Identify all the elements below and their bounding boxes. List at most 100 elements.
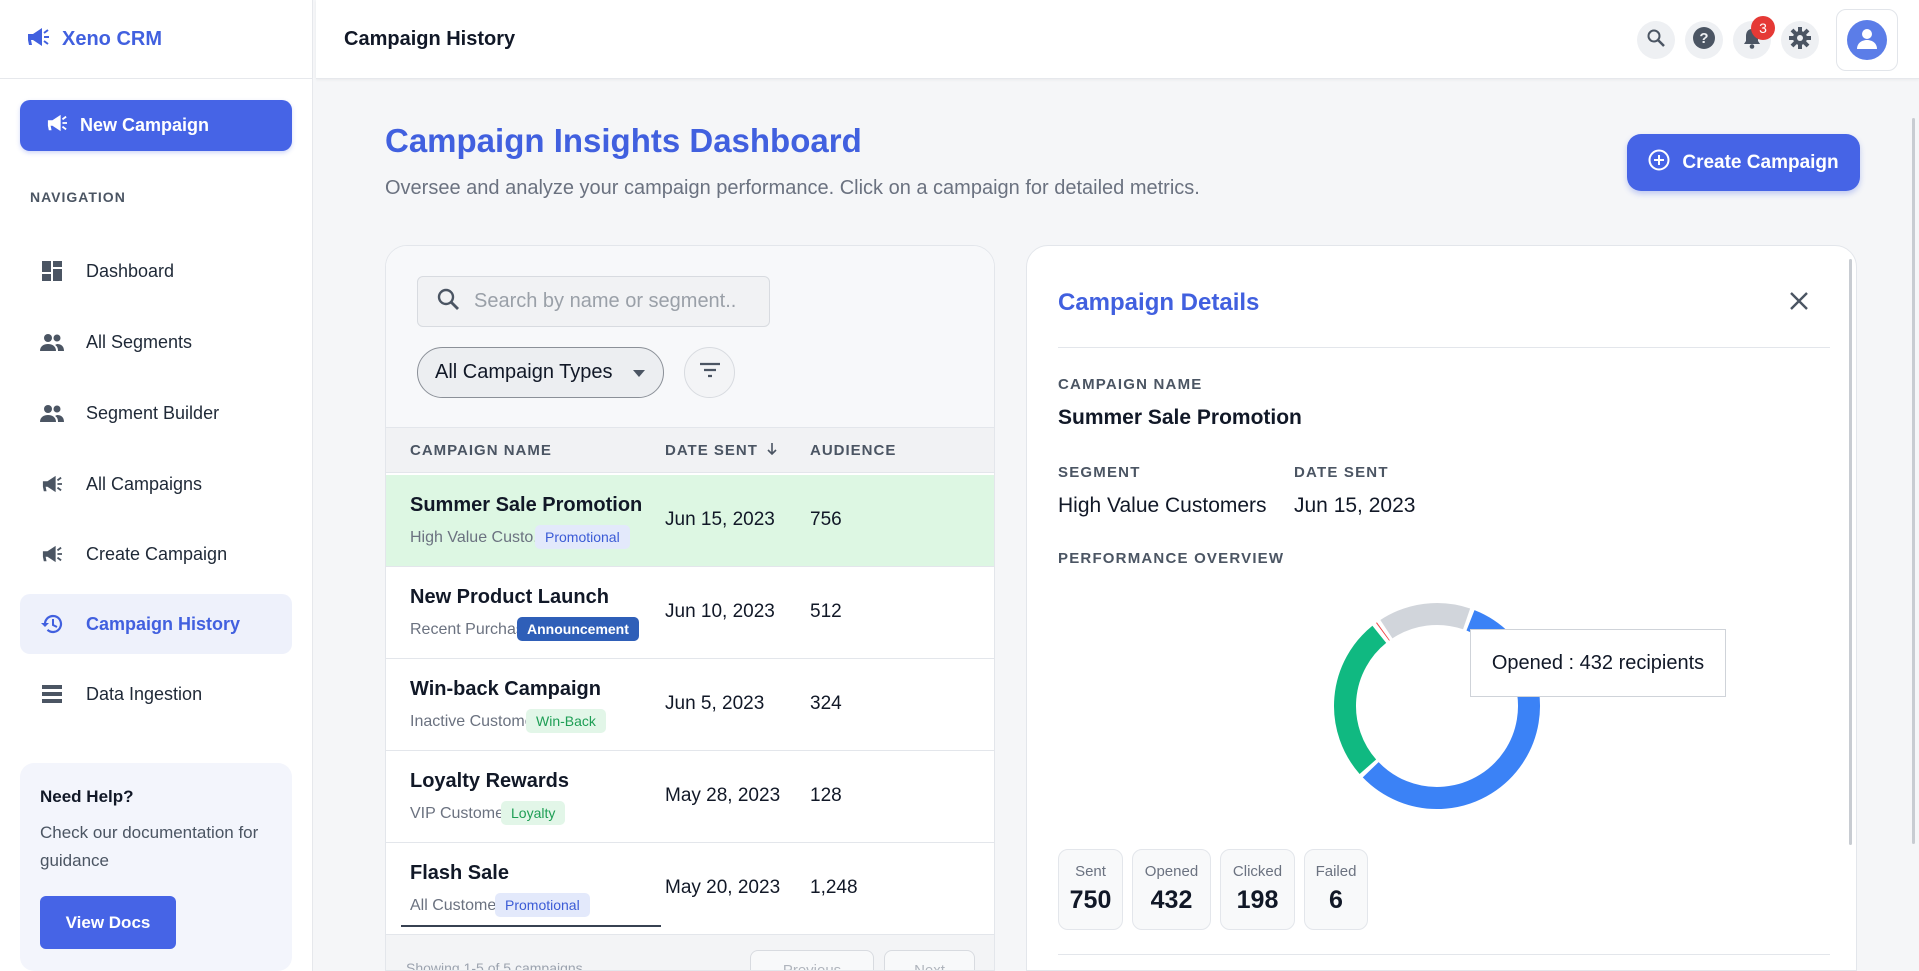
sidebar-item-dashboard[interactable]: Dashboard	[20, 241, 292, 301]
brand[interactable]: Xeno CRM	[0, 0, 312, 79]
caret-down-icon	[632, 361, 645, 384]
help-title: Need Help?	[40, 787, 134, 806]
segment-value: High Value Customers	[1058, 494, 1267, 517]
campaign-tag: Announcement	[517, 617, 639, 641]
sidebar-item-label: All Campaigns	[86, 473, 203, 494]
sidebar-item-data-ingestion[interactable]: Data Ingestion	[20, 664, 292, 724]
campaign-audience: 1,248	[810, 877, 858, 898]
user-menu-button[interactable]	[1836, 9, 1898, 71]
date-sent-value: Jun 15, 2023	[1294, 494, 1416, 517]
sidebar-item-segment-builder[interactable]: Segment Builder	[20, 383, 292, 443]
campaign-type-value: All Campaign Types	[435, 361, 613, 383]
avatar	[1847, 20, 1887, 60]
campaign-name: Flash Sale	[410, 862, 509, 884]
chart-tooltip: Opened : 432 recipients	[1470, 629, 1726, 697]
details-scrollbar[interactable]	[1849, 259, 1852, 845]
sidebar-item-label: Data Ingestion	[86, 683, 203, 704]
page-scrollbar[interactable]	[1912, 118, 1915, 844]
stat-label: Opened	[1144, 863, 1199, 880]
dashboard-icon	[40, 259, 64, 283]
campaign-audience: 756	[810, 509, 842, 530]
table-row[interactable]: Flash Sale All Customers Promotional May…	[386, 843, 994, 935]
create-campaign-button[interactable]: Create Campaign	[1627, 134, 1860, 191]
search-input[interactable]	[474, 290, 764, 313]
campaign-audience: 128	[810, 785, 842, 806]
settings-button[interactable]	[1781, 21, 1819, 59]
donut-slice-clicked[interactable]	[1334, 625, 1387, 774]
list-filters: All Campaign Types	[386, 246, 994, 427]
table-row[interactable]: Summer Sale Promotion High Value Custo..…	[386, 475, 994, 567]
stat-sent: Sent 750	[1058, 849, 1123, 930]
search-icon	[1646, 28, 1666, 53]
sidebar-item-create-campaign[interactable]: Create Campaign	[20, 524, 292, 584]
megaphone-icon	[26, 26, 50, 53]
campaign-audience: 324	[810, 693, 842, 714]
close-icon	[1789, 291, 1809, 316]
new-campaign-button[interactable]: New Campaign	[20, 100, 292, 151]
megaphone-icon	[46, 113, 68, 138]
stat-value: 750	[1069, 886, 1112, 914]
sidebar-item-label: Create Campaign	[86, 543, 228, 564]
campaign-segment: High Value Custo...	[410, 529, 547, 546]
stat-clicked: Clicked 198	[1220, 849, 1295, 930]
stat-label: Clicked	[1232, 863, 1283, 880]
sidebar-item-campaign-history[interactable]: Campaign History	[20, 594, 292, 654]
table-row[interactable]: Win-back Campaign Inactive Customers Win…	[386, 659, 994, 751]
pagination: Showing 1-5 of 5 campaigns Previous Next	[386, 935, 994, 970]
donut-slice-failed[interactable]	[1376, 622, 1390, 641]
campaign-details-panel: Campaign Details CAMPAIGN NAME Summer Sa…	[1026, 245, 1857, 971]
campaign-audience: 512	[810, 601, 842, 622]
list-icon	[40, 682, 64, 706]
campaign-name: New Product Launch	[410, 586, 609, 608]
campaign-name-value: Summer Sale Promotion	[1058, 406, 1302, 429]
campaign-name: Loyalty Rewards	[410, 770, 569, 792]
megaphone-icon	[40, 472, 64, 496]
filter-button[interactable]	[684, 347, 735, 398]
people-icon	[40, 401, 64, 425]
search-field[interactable]	[417, 276, 770, 327]
campaign-date: Jun 10, 2023	[665, 601, 775, 622]
stat-label: Failed	[1315, 863, 1357, 880]
view-docs-button[interactable]: View Docs	[40, 896, 176, 949]
campaign-tag: Win-Back	[526, 709, 606, 733]
campaign-list-panel: All Campaign Types CAMPAIGN NAME DATE SE…	[385, 245, 995, 971]
column-header-name[interactable]: CAMPAIGN NAME	[410, 442, 552, 459]
date-sent-label: DATE SENT	[1294, 464, 1389, 481]
segment-label: SEGMENT	[1058, 464, 1141, 481]
campaign-type-select[interactable]: All Campaign Types	[417, 347, 664, 398]
stat-failed: Failed 6	[1304, 849, 1368, 930]
dashboard-title: Campaign Insights Dashboard	[385, 122, 862, 159]
previous-button[interactable]: Previous	[750, 950, 874, 970]
sidebar-item-label: All Segments	[86, 331, 193, 352]
help-button[interactable]: ?	[1685, 21, 1723, 59]
performance-label: PERFORMANCE OVERVIEW	[1058, 550, 1285, 567]
column-header-audience[interactable]: AUDIENCE	[810, 442, 896, 459]
table-row[interactable]: Loyalty Rewards VIP Customers Loyalty Ma…	[386, 751, 994, 843]
stat-label: Sent	[1075, 863, 1106, 880]
people-icon	[40, 330, 64, 354]
sidebar-item-label: Dashboard	[86, 260, 175, 281]
filter-icon	[699, 362, 721, 383]
campaign-name: Summer Sale Promotion	[410, 494, 643, 516]
next-button[interactable]: Next	[884, 950, 975, 970]
search-button[interactable]	[1637, 21, 1675, 59]
notifications-button[interactable]: 3	[1733, 16, 1775, 59]
help-text: Check our documentation for guidance	[40, 823, 259, 870]
close-button[interactable]	[1784, 288, 1814, 318]
stat-value: 432	[1150, 886, 1193, 914]
campaign-date: May 20, 2023	[665, 877, 781, 898]
divider	[1058, 954, 1830, 955]
campaign-date: Jun 5, 2023	[665, 693, 765, 714]
nav-title: NAVIGATION	[30, 189, 126, 205]
topbar: Campaign History ? 3	[316, 0, 1919, 79]
table-row[interactable]: New Product Launch Recent Purchas... Ann…	[386, 567, 994, 659]
donut-slice-not-opened[interactable]	[1380, 603, 1471, 639]
page-title: Campaign History	[344, 28, 516, 50]
campaign-name: Win-back Campaign	[410, 678, 601, 700]
column-header-date[interactable]: DATE SENT	[665, 442, 777, 459]
sidebar-item-all-segments[interactable]: All Segments	[20, 312, 292, 372]
sidebar-item-label: Segment Builder	[86, 402, 220, 423]
sidebar-item-all-campaigns[interactable]: All Campaigns	[20, 454, 292, 514]
details-title: Campaign Details	[1058, 289, 1260, 316]
arrow-down-icon	[767, 442, 777, 459]
